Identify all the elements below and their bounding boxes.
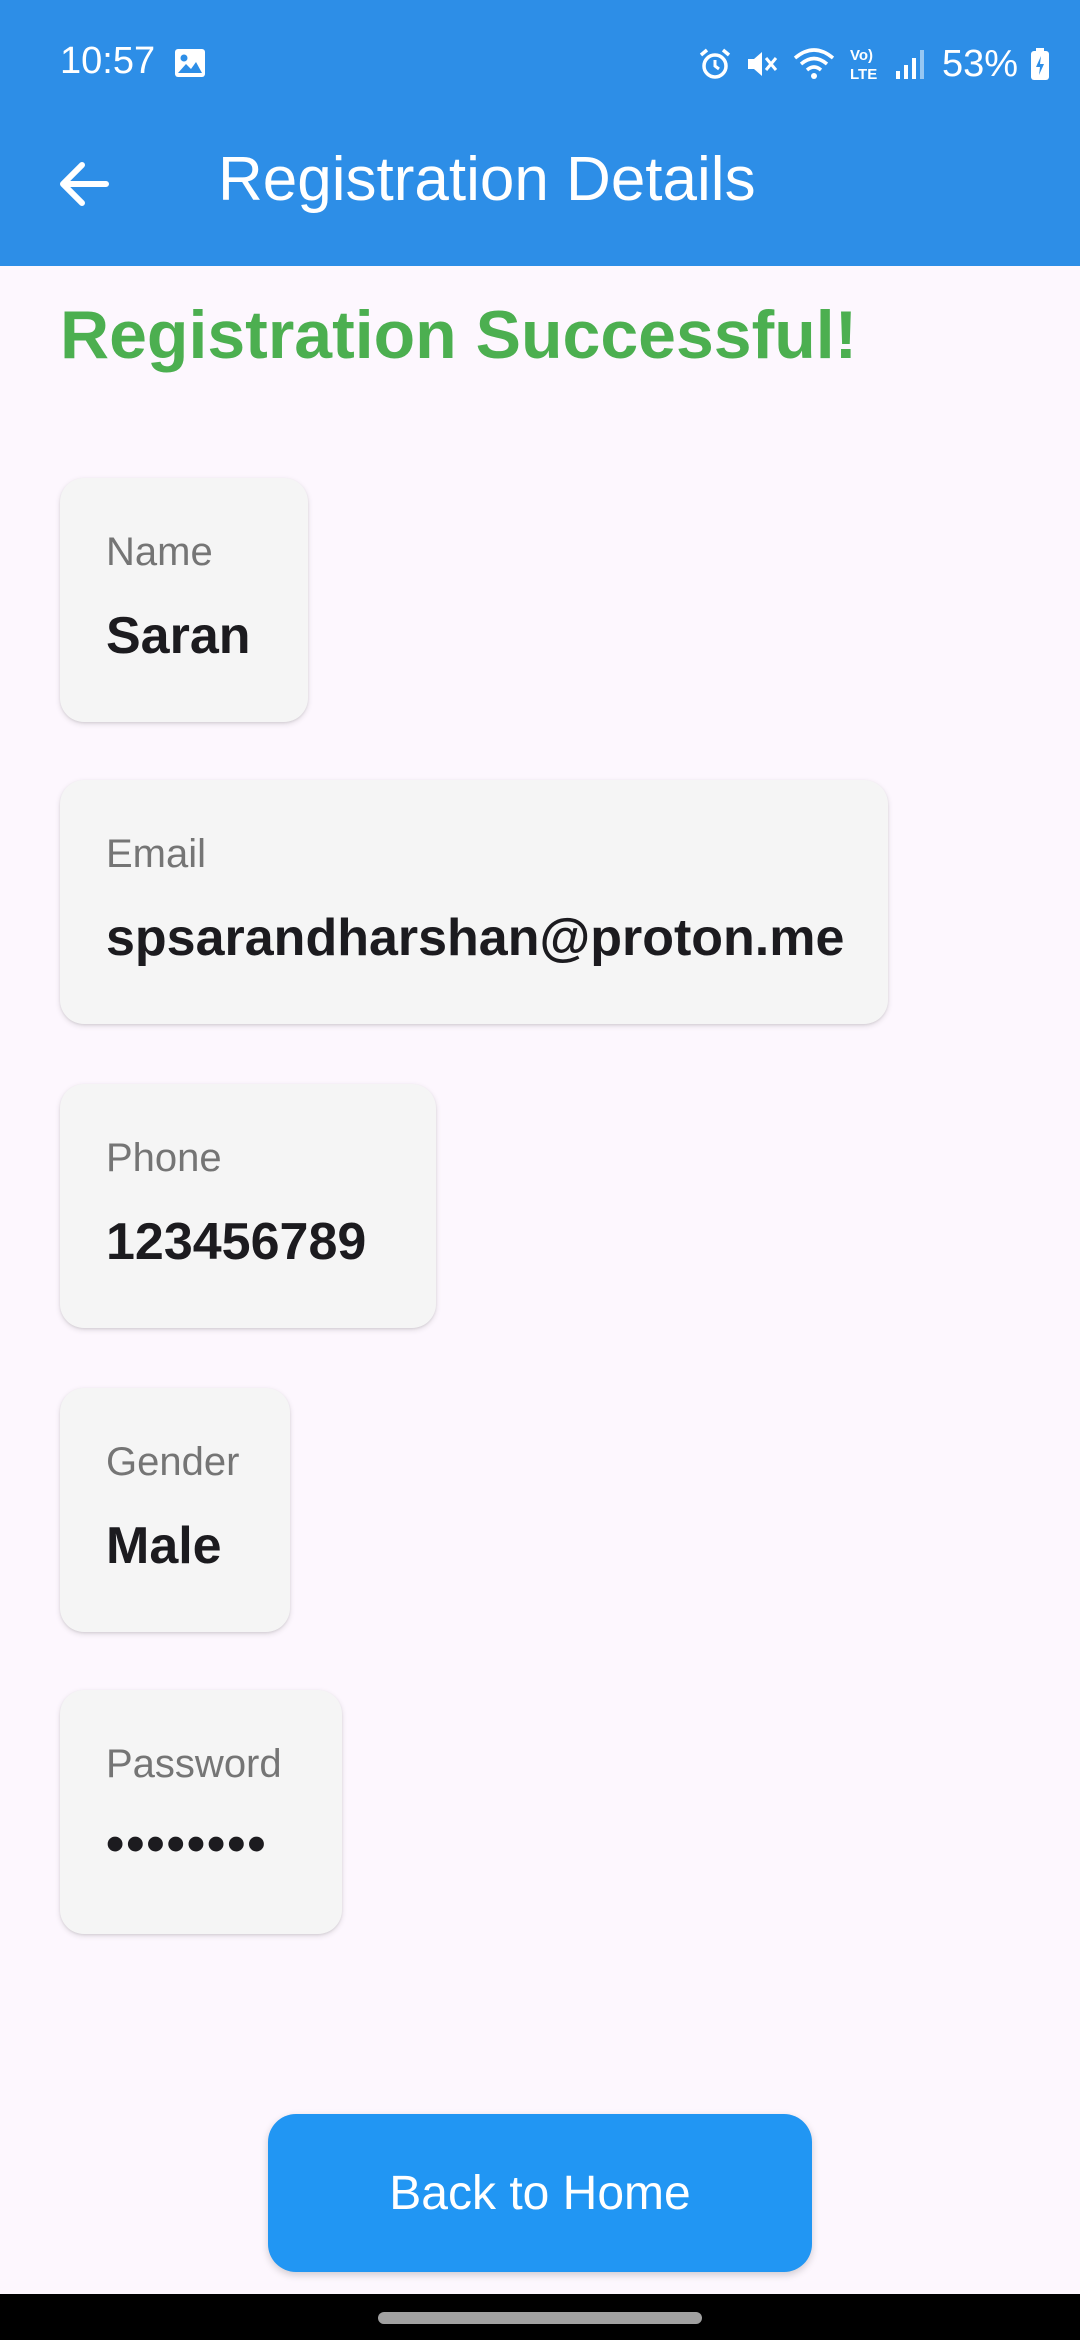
phone-card: Phone 123456789 [60,1084,436,1328]
phone-label: Phone [106,1136,222,1180]
navigation-bar [0,2294,1080,2340]
home-gesture-handle[interactable] [378,2312,702,2324]
gender-value: Male [106,1517,222,1575]
svg-text:LTE: LTE [850,66,877,83]
arrow-left-icon [60,162,109,206]
mute-icon [747,52,778,76]
back-to-home-button[interactable]: Back to Home [268,2114,812,2272]
back-button[interactable] [48,148,120,220]
name-label: Name [106,530,213,574]
name-card: Name Saran [60,478,308,722]
gallery-icon [175,49,205,77]
volte-icon: Vo) LTE [850,47,877,83]
email-label: Email [106,832,207,876]
success-heading: Registration Successful! [60,297,858,373]
password-value: •••••••• [106,1815,268,1873]
app-bar: 10:57 Vo) LTE 53% Registration Details [0,0,1080,266]
wifi-icon [793,48,835,79]
password-label: Password [106,1742,282,1786]
phone-value: 123456789 [106,1213,367,1271]
alarm-icon [699,48,731,79]
svg-text:Vo): Vo) [850,47,873,64]
battery-icon [1031,48,1049,80]
email-card: Email spsarandharshan@proton.me [60,780,888,1024]
email-value: spsarandharshan@proton.me [106,909,845,967]
gender-label: Gender [106,1440,240,1484]
gender-card: Gender Male [60,1388,290,1632]
status-time: 10:57 [60,40,156,82]
page-title: Registration Details [218,145,756,214]
battery-percent: 53% [941,42,1018,85]
status-bar: 10:57 Vo) LTE 53% [0,0,1080,128]
signal-icon [895,50,924,79]
password-card: Password •••••••• [60,1690,342,1934]
status-icons: Vo) LTE 53% [698,42,1050,86]
name-value: Saran [106,607,251,665]
